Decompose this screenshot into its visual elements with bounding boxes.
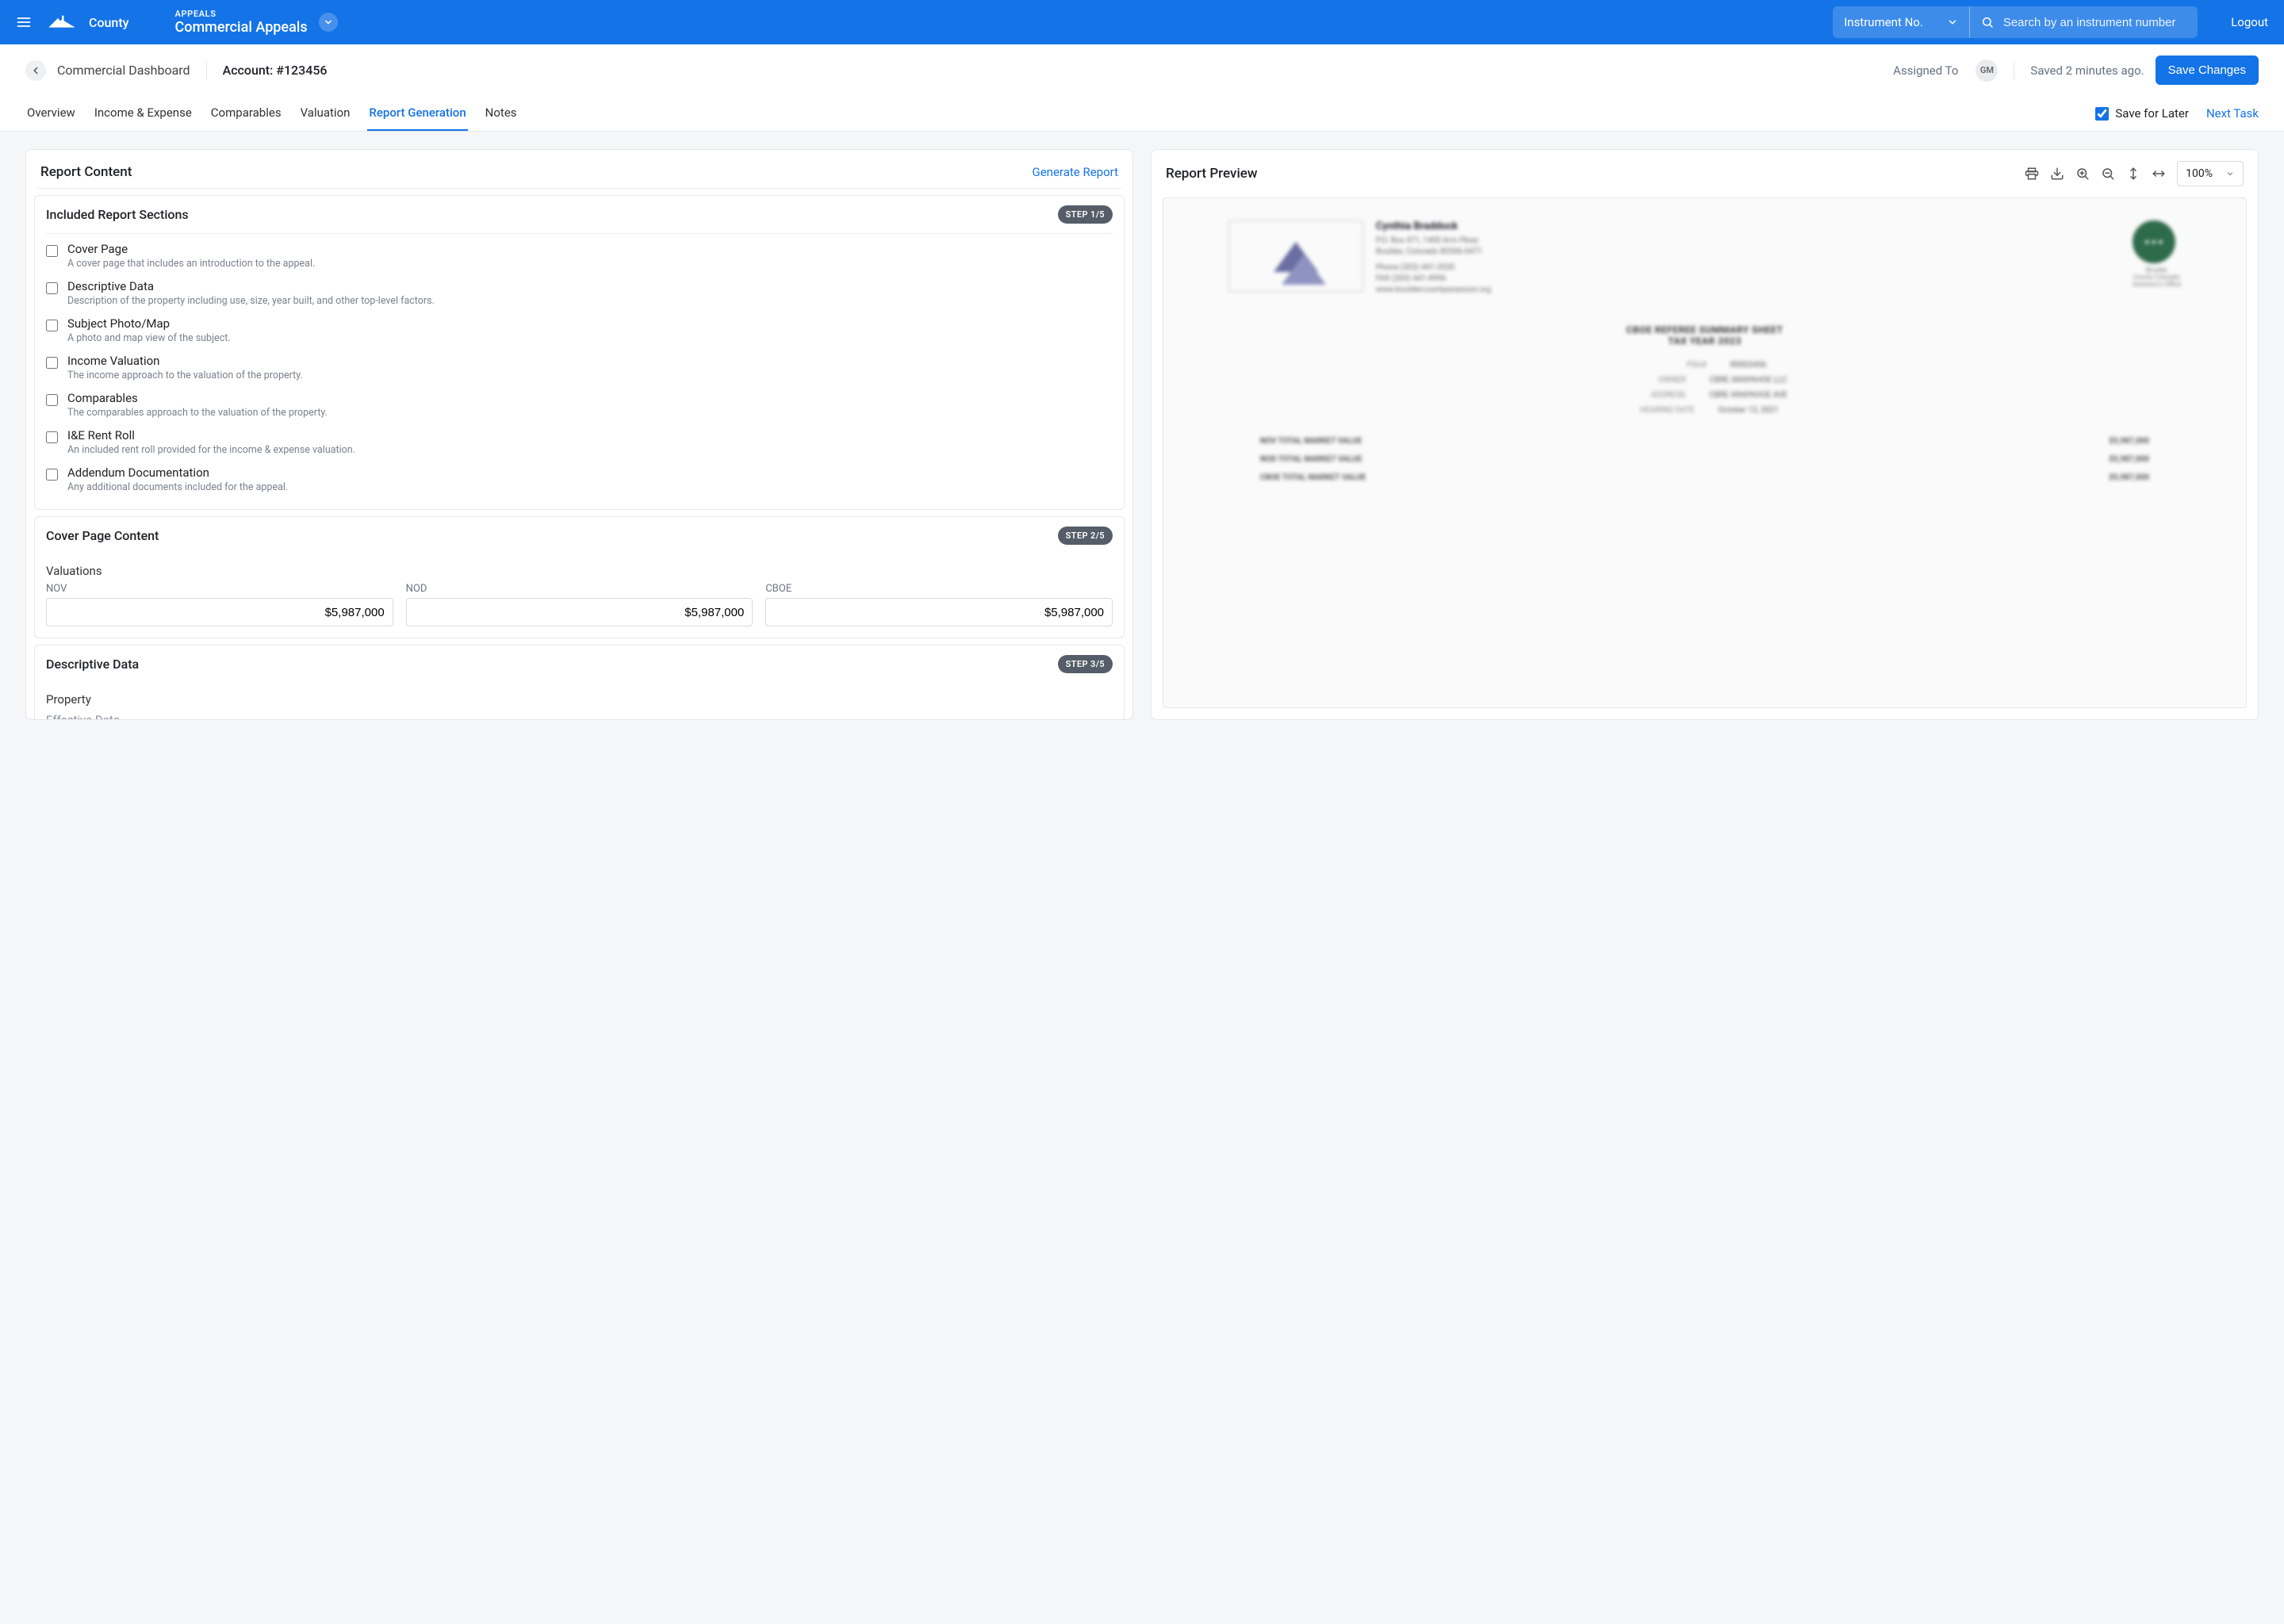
property-subhead: Property	[46, 692, 1113, 707]
module-selector: APPEALS Commercial Appeals	[175, 9, 338, 36]
section-item-addendum: Addendum Documentation Any additional do…	[46, 461, 1113, 498]
step3-title: Descriptive Data	[46, 657, 139, 672]
section-label: Income Valuation	[67, 354, 303, 368]
section-checkbox[interactable]	[46, 469, 58, 481]
save-for-later-checkbox[interactable]	[2095, 107, 2109, 121]
section-label: Cover Page	[67, 242, 315, 256]
logo-icon[interactable]	[46, 13, 75, 31]
zoom-out-icon[interactable]	[2101, 167, 2115, 181]
download-icon[interactable]	[2050, 167, 2064, 181]
next-task-link[interactable]: Next Task	[2206, 106, 2259, 121]
instrument-search[interactable]	[1970, 6, 2198, 38]
section-checkbox[interactable]	[46, 282, 58, 294]
section-item-descriptive-data: Descriptive Data Description of the prop…	[46, 274, 1113, 312]
section-label: Subject Photo/Map	[67, 316, 231, 331]
section-item-rent-roll: I&E Rent Roll An included rent roll prov…	[46, 423, 1113, 461]
section-desc: The comparables approach to the valuatio…	[67, 407, 328, 419]
section-item-income-valuation: Income Valuation The income approach to …	[46, 349, 1113, 386]
section-item-subject-photo: Subject Photo/Map A photo and map view o…	[46, 312, 1113, 349]
report-preview-title: Report Preview	[1166, 166, 1258, 182]
preview-canvas[interactable]: Cynthia Braddock P.O. Box 471, 1400 Arm …	[1163, 197, 2247, 708]
chevron-down-icon	[1947, 17, 1958, 28]
section-checkbox[interactable]	[46, 394, 58, 406]
instrument-filter-select[interactable]: Instrument No.	[1833, 6, 1970, 38]
section-desc: A photo and map view of the subject.	[67, 332, 231, 344]
step3-section: Descriptive Data STEP 3/5 Property Effec…	[34, 645, 1125, 719]
section-desc: An included rent roll provided for the i…	[67, 444, 355, 456]
section-checkbox[interactable]	[46, 357, 58, 369]
section-desc: A cover page that includes an introducti…	[67, 258, 315, 270]
effective-date-label: Effective Date	[46, 713, 1113, 719]
save-for-later-toggle[interactable]: Save for Later	[2095, 106, 2189, 121]
section-label: I&E Rent Roll	[67, 428, 355, 442]
search-icon	[1981, 16, 1994, 29]
zoom-in-icon[interactable]	[2075, 167, 2090, 181]
tab-valuation[interactable]: Valuation	[299, 96, 352, 131]
cboe-input[interactable]	[765, 598, 1113, 626]
fit-height-icon[interactable]	[2126, 167, 2140, 181]
section-checkbox[interactable]	[46, 245, 58, 257]
valuations-subhead: Valuations	[46, 564, 1113, 578]
module-title: Commercial Appeals	[175, 19, 308, 36]
step2-chip: STEP 2/5	[1058, 527, 1113, 545]
assignee-avatar[interactable]: GM	[1976, 59, 1998, 82]
step1-section: Included Report Sections STEP 1/5 Cover …	[34, 195, 1125, 510]
section-label: Comparables	[67, 391, 328, 405]
report-content-title: Report Content	[40, 164, 132, 180]
back-button[interactable]	[25, 60, 46, 81]
zoom-value: 100%	[2186, 167, 2213, 180]
step1-title: Included Report Sections	[46, 207, 189, 222]
preview-document: Cynthia Braddock P.O. Box 471, 1400 Arm …	[1228, 220, 2181, 492]
zoom-select[interactable]: 100%	[2177, 161, 2244, 186]
step1-chip: STEP 1/5	[1058, 205, 1113, 224]
save-for-later-label: Save for Later	[2115, 106, 2189, 121]
section-item-comparables: Comparables The comparables approach to …	[46, 386, 1113, 423]
tab-income-expense[interactable]: Income & Expense	[93, 96, 194, 131]
nov-label: NOV	[46, 583, 393, 595]
step2-section: Cover Page Content STEP 2/5 Valuations N…	[34, 516, 1125, 638]
breadcrumb[interactable]: Commercial Dashboard	[57, 63, 190, 78]
save-changes-button[interactable]: Save Changes	[2156, 56, 2259, 85]
generate-report-link[interactable]: Generate Report	[1033, 165, 1118, 179]
logout-link[interactable]: Logout	[2231, 15, 2268, 29]
instrument-search-input[interactable]	[2003, 16, 2186, 29]
fit-width-icon[interactable]	[2152, 167, 2166, 181]
section-label: Addendum Documentation	[67, 465, 288, 480]
saved-timestamp: Saved 2 minutes ago.	[2030, 63, 2144, 78]
step2-title: Cover Page Content	[46, 528, 159, 543]
section-desc: The income approach to the valuation of …	[67, 370, 303, 381]
section-desc: Any additional documents included for th…	[67, 481, 288, 493]
instrument-search-group: Instrument No.	[1833, 6, 2198, 38]
nov-input[interactable]	[46, 598, 393, 626]
top-bar: County APPEALS Commercial Appeals Instru…	[0, 0, 2284, 44]
menu-icon[interactable]	[16, 14, 32, 30]
module-eyebrow: APPEALS	[175, 9, 308, 19]
sub-header: Commercial Dashboard Account: #123456 As…	[0, 44, 2284, 132]
report-preview-panel: Report Preview 100% Cynthia Braddock P.O…	[1151, 149, 2259, 720]
section-desc: Description of the property including us…	[67, 295, 435, 307]
nod-input[interactable]	[406, 598, 753, 626]
brand-label[interactable]: County	[89, 15, 129, 30]
instrument-filter-label: Instrument No.	[1844, 15, 1923, 29]
account-label: Account: #123456	[223, 63, 328, 78]
tab-comparables[interactable]: Comparables	[209, 96, 283, 131]
section-checkbox[interactable]	[46, 431, 58, 443]
section-label: Descriptive Data	[67, 279, 435, 293]
print-icon[interactable]	[2025, 167, 2039, 181]
section-checkbox[interactable]	[46, 320, 58, 331]
module-dropdown-button[interactable]	[319, 13, 338, 32]
assigned-to-label: Assigned To	[1893, 63, 1958, 78]
section-item-cover-page: Cover Page A cover page that includes an…	[46, 237, 1113, 274]
nod-label: NOD	[406, 583, 753, 595]
cboe-label: CBOE	[765, 583, 1113, 595]
step3-chip: STEP 3/5	[1058, 655, 1113, 673]
tab-report-generation[interactable]: Report Generation	[367, 96, 467, 131]
tab-notes[interactable]: Notes	[484, 96, 519, 131]
tab-overview[interactable]: Overview	[25, 96, 77, 131]
main-area: Report Content Generate Report Included …	[0, 132, 2284, 737]
report-content-panel: Report Content Generate Report Included …	[25, 149, 1133, 720]
divider	[206, 62, 207, 79]
